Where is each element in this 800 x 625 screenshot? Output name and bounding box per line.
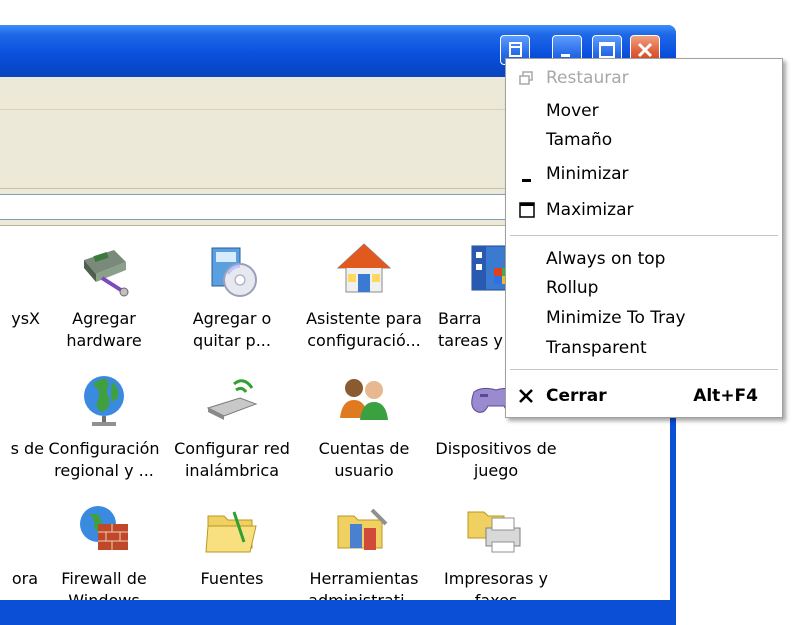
close-icon <box>519 389 533 403</box>
menu-item-transparent[interactable]: Transparent <box>506 334 782 362</box>
control-panel-item-printers[interactable]: Impresoras y faxes <box>432 492 560 600</box>
control-panel-item-admin-tools[interactable]: Herramientas administrati... <box>300 492 428 600</box>
item-label: Firewall de Windows <box>61 569 147 600</box>
printer-icon <box>467 511 521 553</box>
program-icon <box>0 238 36 302</box>
menu-item-rollup[interactable]: Rollup <box>506 274 782 302</box>
menu-item-minimizar[interactable]: Minimizar <box>506 160 782 188</box>
control-panel-item-user-accounts[interactable]: Cuentas de usuario <box>300 362 428 486</box>
menu-separator <box>510 369 778 371</box>
menu-item-label: Maximizar <box>546 200 634 220</box>
menu-item-always-on-top[interactable]: Always on top <box>506 245 782 273</box>
menu-item-label: Always on top <box>546 249 666 269</box>
program-icon <box>0 498 36 562</box>
menu-item-label: Minimize To Tray <box>546 308 686 328</box>
item-label: Configuración regional y ... <box>48 439 160 480</box>
program-icon <box>0 368 36 432</box>
control-panel-item-firewall[interactable]: Firewall de Windows <box>40 492 168 600</box>
item-label: Fuentes <box>200 569 264 588</box>
control-panel-item-fonts[interactable]: Fuentes <box>168 492 296 600</box>
menu-item-minimize-to-tray[interactable]: Minimize To Tray <box>506 304 782 332</box>
menu-item-label: Cerrar <box>546 386 607 406</box>
menu-item-label: Tamaño <box>546 130 613 150</box>
menu-item-shortcut: Alt+F4 <box>693 386 758 406</box>
globe-icon <box>84 376 124 426</box>
control-panel-item-network-wizard[interactable]: Asistente para configuració... <box>300 232 428 356</box>
control-panel-item-wireless[interactable]: Configurar red inalámbrica <box>168 362 296 486</box>
item-label: Herramientas administrati... <box>308 569 420 600</box>
control-panel-item-regional[interactable]: Configuración regional y ... <box>40 362 168 486</box>
item-label: Dispositivos de juego <box>435 439 557 480</box>
menu-item-label: Mover <box>546 101 599 121</box>
maximize-icon <box>519 202 535 218</box>
menu-item-label: Minimizar <box>546 164 629 184</box>
item-label: Configurar red inalámbrica <box>174 439 290 480</box>
user-accounts-icon <box>340 379 388 420</box>
menu-item-maximizar[interactable]: Maximizar <box>506 196 782 224</box>
item-label: Asistente para configuració... <box>306 309 422 350</box>
minimize-icon <box>522 179 531 182</box>
menu-item-cerrar[interactable]: Cerrar Alt+F4 <box>506 382 782 410</box>
restore-icon <box>519 71 533 85</box>
add-remove-programs-icon <box>211 247 257 297</box>
wireless-adapter-icon <box>206 379 258 420</box>
system-context-menu: Restaurar Mover Tamaño Minimizar Maximiz… <box>505 58 783 418</box>
menu-separator <box>510 235 778 237</box>
item-label: Cuentas de usuario <box>318 439 410 480</box>
fonts-folder-icon <box>205 511 257 553</box>
firewall-icon <box>80 506 128 550</box>
menu-item-label: Restaurar <box>546 68 629 88</box>
admin-tools-icon <box>337 508 388 550</box>
control-panel-item-add-hardware[interactable]: Agregar hardware <box>40 232 168 356</box>
menu-item-mover[interactable]: Mover <box>506 97 782 125</box>
item-label: Agregar hardware <box>66 309 142 350</box>
network-setup-house-icon <box>336 243 392 293</box>
menu-item-tamano[interactable]: Tamaño <box>506 126 782 154</box>
menu-item-label: Rollup <box>546 278 599 298</box>
control-panel-item-add-remove-programs[interactable]: Agregar o quitar p... <box>168 232 296 356</box>
add-hardware-icon <box>84 250 129 297</box>
menu-item-label: Transparent <box>546 338 647 358</box>
menu-item-restaurar[interactable]: Restaurar <box>506 64 782 92</box>
item-label: Agregar o quitar p... <box>192 309 272 350</box>
item-label: Impresoras y faxes <box>444 569 548 600</box>
